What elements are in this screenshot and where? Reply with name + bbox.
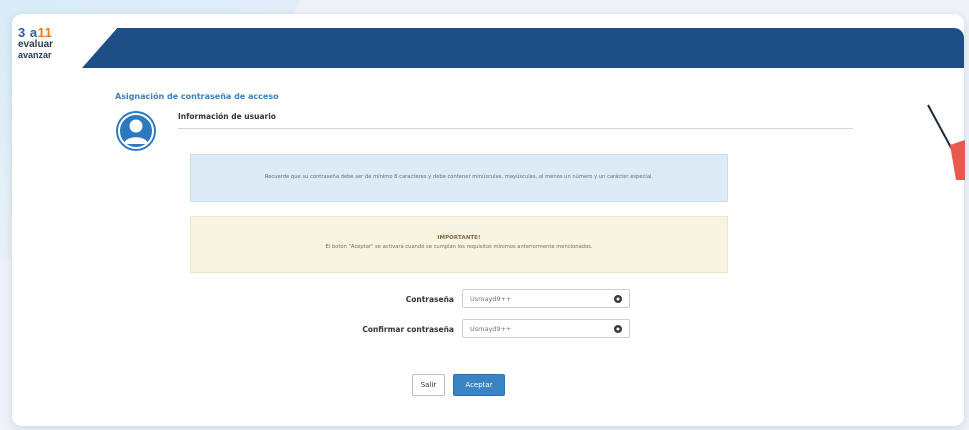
password-label: Contraseña — [405, 295, 454, 304]
confirm-password-field[interactable]: Usmayd9++ — [462, 319, 630, 338]
confirm-password-label: Confirmar contraseña — [362, 325, 454, 334]
important-text: El botón "Aceptar" se activará cuando se… — [325, 244, 593, 250]
header-band — [82, 28, 964, 68]
logo: 3 a11 evaluar avanzar — [18, 26, 82, 60]
password-field[interactable]: Usmayd9++ — [462, 289, 630, 308]
section-title: Asignación de contraseña de acceso — [115, 92, 279, 101]
confirm-password-value: Usmayd9++ — [470, 325, 512, 333]
accept-button[interactable]: Aceptar — [453, 374, 505, 396]
password-requirements-text: Recuerde que su contraseña debe ser de m… — [264, 174, 654, 181]
pen-decoration — [927, 104, 965, 180]
password-requirements-alert: Recuerde que su contraseña debe ser de m… — [190, 154, 728, 202]
password-value: Usmayd9++ — [470, 295, 512, 303]
logo-line-evaluar: evaluar — [18, 39, 54, 50]
eye-icon[interactable] — [613, 294, 623, 304]
logo-prefix: 3 a — [18, 25, 38, 40]
user-info-heading: Información de usuario — [178, 112, 276, 121]
exit-button[interactable]: Salir — [412, 374, 445, 396]
main-card: 3 a11 evaluar avanzar Asignación de cont… — [12, 14, 964, 426]
important-notice-alert: IMPORTANTE! El botón "Aceptar" se activa… — [190, 216, 728, 273]
eye-icon[interactable] — [613, 324, 623, 334]
user-avatar-icon — [116, 111, 156, 151]
divider — [178, 128, 853, 129]
important-title: IMPORTANTE! — [437, 235, 481, 241]
logo-line-avanzar: avanzar — [18, 50, 52, 60]
logo-number: 11 — [37, 25, 53, 40]
